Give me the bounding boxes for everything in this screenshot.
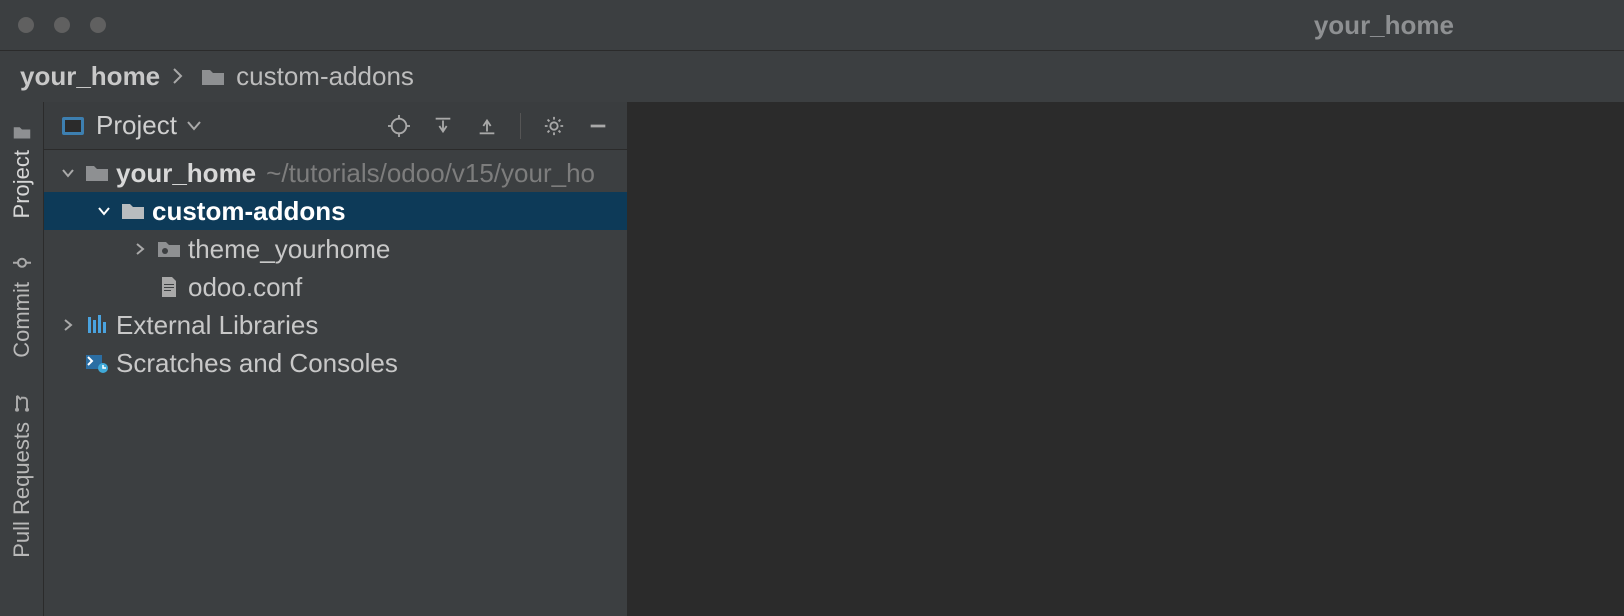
editor-area bbox=[628, 102, 1624, 616]
locate-button[interactable] bbox=[382, 109, 416, 143]
tree-item-odoo-conf[interactable]: odoo.conf bbox=[44, 268, 627, 306]
tree-item-custom-addons[interactable]: custom-addons bbox=[44, 192, 627, 230]
chevron-down-icon bbox=[56, 165, 80, 181]
chevron-right-icon bbox=[128, 241, 152, 257]
tree-item-label: Scratches and Consoles bbox=[116, 348, 398, 379]
tree-item-scratches[interactable]: Scratches and Consoles bbox=[44, 344, 627, 382]
window-title: your_home bbox=[1314, 10, 1454, 41]
target-icon bbox=[388, 115, 410, 137]
chevron-right-icon bbox=[56, 317, 80, 333]
tool-tab-pull-label: Pull Requests bbox=[9, 422, 35, 558]
file-icon bbox=[156, 276, 182, 298]
titlebar: your_home bbox=[0, 0, 1624, 50]
breadcrumb-root-label: your_home bbox=[20, 61, 160, 92]
tool-tab-commit[interactable]: Commit bbox=[9, 236, 35, 376]
project-tree: your_home ~/tutorials/odoo/v15/your_ho c… bbox=[44, 150, 627, 616]
breadcrumb-child[interactable]: custom-addons bbox=[196, 61, 414, 92]
tool-tab-pull-requests[interactable]: Pull Requests bbox=[9, 376, 35, 576]
tree-root-label: your_home bbox=[116, 158, 256, 189]
minimize-icon bbox=[587, 115, 609, 137]
tool-tab-commit-label: Commit bbox=[9, 282, 35, 358]
scratches-icon bbox=[84, 352, 110, 374]
chevron-down-icon bbox=[92, 203, 116, 219]
tool-tab-project-label: Project bbox=[9, 150, 35, 218]
tree-root-path: ~/tutorials/odoo/v15/your_ho bbox=[266, 158, 595, 189]
module-folder-icon bbox=[156, 239, 182, 259]
folder-icon bbox=[200, 67, 226, 87]
left-tool-strip: Project Commit Pull Requests bbox=[0, 102, 44, 616]
breadcrumb: your_home custom-addons bbox=[0, 50, 1624, 102]
project-panel-title-label: Project bbox=[96, 110, 177, 141]
tree-item-theme-yourhome[interactable]: theme_yourhome bbox=[44, 230, 627, 268]
pull-request-icon bbox=[13, 390, 31, 416]
minimize-window-button[interactable] bbox=[54, 17, 70, 33]
collapse-all-button[interactable] bbox=[470, 109, 504, 143]
breadcrumb-child-label: custom-addons bbox=[236, 61, 414, 92]
tree-root[interactable]: your_home ~/tutorials/odoo/v15/your_ho bbox=[44, 154, 627, 192]
tree-item-label: odoo.conf bbox=[188, 272, 302, 303]
expand-all-button[interactable] bbox=[426, 109, 460, 143]
gear-icon bbox=[543, 115, 565, 137]
tool-tab-project[interactable]: Project bbox=[9, 106, 35, 236]
project-panel-title[interactable]: Project bbox=[96, 110, 201, 141]
commit-icon bbox=[13, 250, 31, 276]
breadcrumb-separator-icon bbox=[172, 61, 184, 92]
collapse-all-icon bbox=[476, 115, 498, 137]
folder-icon bbox=[84, 163, 110, 183]
project-panel-header: Project bbox=[44, 102, 627, 150]
library-icon bbox=[84, 315, 110, 335]
window-controls bbox=[18, 17, 106, 33]
breadcrumb-root[interactable]: your_home bbox=[20, 61, 160, 92]
tree-item-external-libraries[interactable]: External Libraries bbox=[44, 306, 627, 344]
dropdown-icon bbox=[187, 121, 201, 131]
project-view-icon bbox=[60, 117, 86, 135]
tree-item-label: custom-addons bbox=[152, 196, 346, 227]
project-panel: Project bbox=[44, 102, 628, 616]
close-window-button[interactable] bbox=[18, 17, 34, 33]
folder-icon bbox=[14, 119, 30, 145]
maximize-window-button[interactable] bbox=[90, 17, 106, 33]
tree-item-label: theme_yourhome bbox=[188, 234, 390, 265]
toolbar-divider bbox=[520, 113, 521, 139]
settings-button[interactable] bbox=[537, 109, 571, 143]
hide-panel-button[interactable] bbox=[581, 109, 615, 143]
expand-all-icon bbox=[432, 115, 454, 137]
folder-icon bbox=[120, 201, 146, 221]
tree-item-label: External Libraries bbox=[116, 310, 318, 341]
